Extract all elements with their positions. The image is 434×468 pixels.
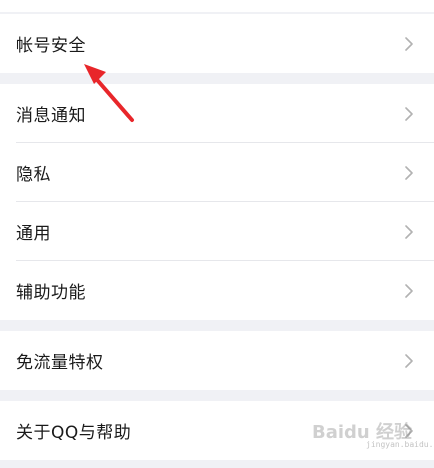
chevron-right-icon (405, 283, 413, 298)
settings-item-account-security[interactable]: 帐号安全 (0, 14, 434, 73)
chevron-right-icon (405, 423, 413, 438)
settings-item-label: 帐号安全 (16, 36, 86, 56)
settings-item-label: 隐私 (16, 165, 51, 185)
settings-item-label: 辅助功能 (16, 283, 86, 303)
settings-item-privacy[interactable]: 隐私 (0, 143, 434, 202)
settings-item-general[interactable]: 通用 (0, 202, 434, 261)
chevron-right-icon (405, 36, 413, 51)
settings-screen: 帐号安全 消息通知 隐私 通用 辅助功能 免流量特权 关于QQ与帮助 Baidu… (0, 0, 434, 468)
settings-item-label: 消息通知 (16, 106, 86, 126)
settings-item-notifications[interactable]: 消息通知 (0, 84, 434, 143)
settings-item-label: 通用 (16, 224, 51, 244)
settings-item-free-data[interactable]: 免流量特权 (0, 331, 434, 390)
settings-item-about-help[interactable]: 关于QQ与帮助 (0, 401, 434, 460)
chevron-right-icon (405, 106, 413, 121)
settings-item-accessibility[interactable]: 辅助功能 (0, 261, 434, 320)
settings-group-account: 帐号安全 (0, 14, 434, 73)
chevron-right-icon (405, 224, 413, 239)
previous-card (0, 0, 434, 12)
settings-group-general: 消息通知 隐私 通用 辅助功能 (0, 84, 434, 320)
chevron-right-icon (405, 165, 413, 180)
settings-item-label: 免流量特权 (16, 353, 104, 373)
settings-group-about: 关于QQ与帮助 (0, 401, 434, 460)
settings-group-data: 免流量特权 (0, 331, 434, 390)
settings-item-label: 关于QQ与帮助 (16, 423, 132, 443)
chevron-right-icon (405, 353, 413, 368)
